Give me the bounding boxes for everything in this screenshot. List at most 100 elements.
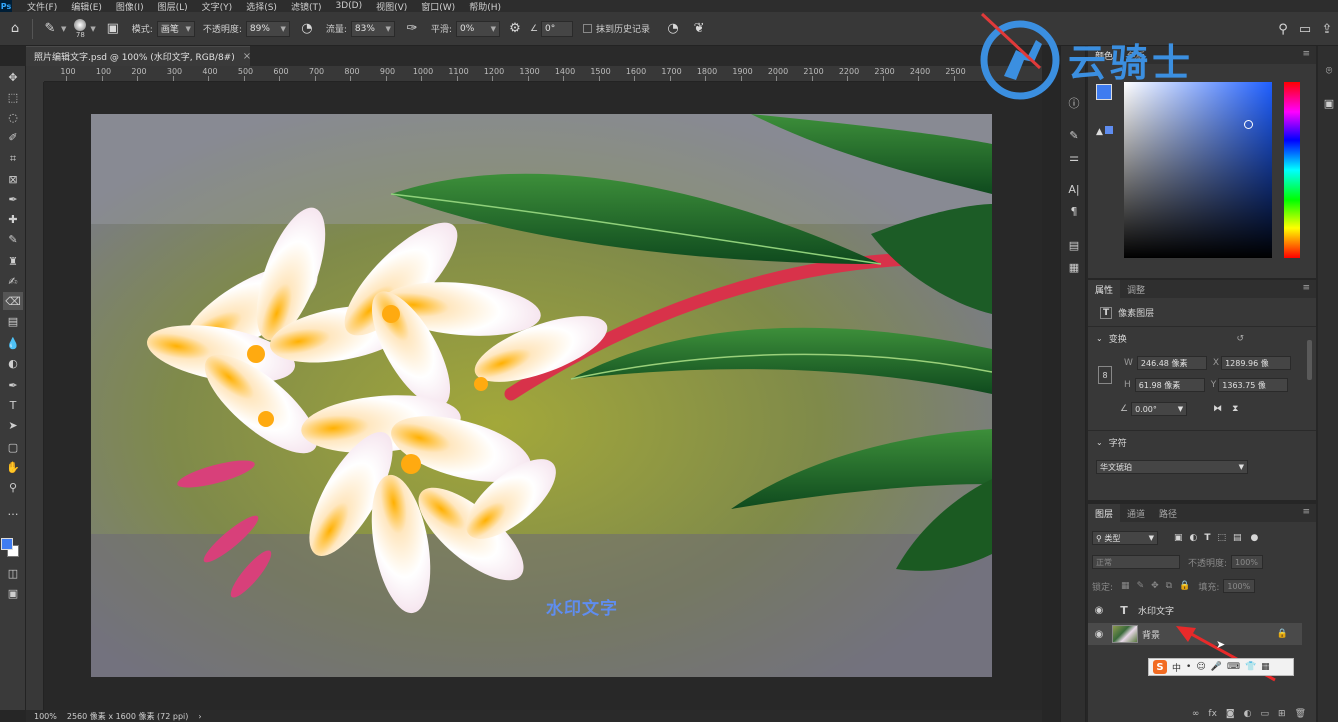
share-icon[interactable]: ⇪ (1316, 18, 1338, 40)
chevron-down-icon[interactable]: ▼ (90, 25, 95, 33)
lock-all-icon[interactable]: 🔒 (1179, 581, 1190, 591)
height-input[interactable]: 61.98 像素 (1134, 378, 1205, 392)
menu-select[interactable]: 选择(S) (239, 0, 284, 13)
close-icon[interactable]: × (243, 51, 251, 62)
character-icon[interactable]: A| (1064, 180, 1084, 198)
menu-edit[interactable]: 编辑(E) (64, 0, 109, 13)
search-icon[interactable]: ⚲ (1272, 18, 1294, 40)
menu-file[interactable]: 文件(F) (20, 0, 64, 13)
eye-icon[interactable]: ◉ (1088, 605, 1110, 616)
healing-brush-tool-icon[interactable]: ✚ (3, 210, 23, 228)
font-family-select[interactable]: 华文琥珀 ▼ (1096, 460, 1248, 474)
workspace-icon[interactable]: ▭ (1294, 18, 1316, 40)
menu-3d[interactable]: 3D(D) (328, 1, 369, 11)
menu-image[interactable]: 图像(I) (109, 0, 151, 13)
trash-icon[interactable]: 🗑 (1295, 709, 1306, 719)
filter-adjustment-icon[interactable]: ◐ (1190, 533, 1198, 543)
smoothing-input[interactable]: 0% ▼ (455, 20, 500, 37)
color-picker-field[interactable] (1124, 82, 1272, 258)
menu-type[interactable]: 文字(Y) (195, 0, 240, 13)
filter-type-icon[interactable]: T (1204, 533, 1210, 543)
angle-input[interactable]: 0° (541, 20, 574, 37)
link-layers-icon[interactable]: ∞ (1192, 709, 1200, 719)
x-input[interactable]: 1289.96 像 (1221, 356, 1292, 370)
tab-layers[interactable]: 图层 (1088, 504, 1121, 522)
eyedropper-tool-icon[interactable]: ✒ (3, 190, 23, 208)
menu-view[interactable]: 视图(V) (369, 0, 414, 13)
flip-horizontal-icon[interactable]: ⧓ (1213, 404, 1222, 414)
add-mask-icon[interactable]: ◙ (1226, 709, 1235, 719)
document-canvas[interactable]: 水印文字 (91, 114, 992, 677)
gear-icon[interactable]: ⚙ (504, 18, 526, 40)
reset-icon[interactable]: ↺ (1236, 334, 1244, 344)
move-tool-icon[interactable]: ✥ (3, 68, 23, 86)
layer-row[interactable]: ◉ T 水印文字 (1088, 599, 1302, 621)
ime-emoji[interactable]: ☺ (1196, 662, 1205, 672)
gamut-warning-icon[interactable]: ▲ (1096, 126, 1113, 137)
tab-paths[interactable]: 路径 (1152, 504, 1184, 522)
angle-input[interactable]: 0.00° ▼ (1131, 402, 1188, 416)
gradient-tool-icon[interactable]: ▤ (3, 312, 23, 330)
canvas-area[interactable]: 水印文字 (44, 82, 1042, 710)
brush-settings-icon[interactable]: ✎ (1064, 126, 1084, 144)
panel-menu-icon[interactable]: ≡ (1302, 507, 1310, 517)
eraser-tool-icon[interactable]: ⌫ (3, 292, 23, 310)
discover-icon[interactable]: ▣ (1319, 94, 1338, 112)
filter-toggle-icon[interactable]: ● (1251, 533, 1259, 543)
skin-icon[interactable]: 👕 (1245, 662, 1256, 672)
layer-opacity-input[interactable]: 100% (1231, 555, 1264, 569)
color-foreground-swatch[interactable] (1096, 84, 1112, 100)
new-adjustment-icon[interactable]: ◐ (1244, 709, 1252, 719)
pressure-size-icon[interactable]: ◔ (662, 18, 684, 40)
panel-menu-icon[interactable]: ≡ (1302, 49, 1310, 59)
brush-preset-picker[interactable]: 78 (74, 18, 87, 39)
lasso-tool-icon[interactable]: ◌ (3, 108, 23, 126)
notes-icon[interactable]: ▦ (1064, 258, 1084, 276)
tab-channels[interactable]: 通道 (1120, 504, 1152, 522)
menu-filter[interactable]: 滤镜(T) (284, 0, 329, 13)
tab-properties[interactable]: 属性 (1088, 280, 1121, 298)
brush-tool-icon[interactable]: ✎ (3, 230, 23, 248)
screen-mode-icon[interactable]: ▣ (3, 584, 23, 602)
mode-select[interactable]: 画笔 ▼ (156, 20, 195, 37)
chevron-down-icon[interactable]: ▼ (61, 25, 66, 33)
hue-slider[interactable] (1284, 82, 1300, 258)
brush-settings-icon[interactable]: ▣ (102, 18, 124, 40)
type-tool-icon[interactable]: T (3, 396, 23, 414)
document-tab[interactable]: 照片编辑文字.psd @ 100% (水印文字, RGB/8#) × (26, 46, 251, 66)
blend-mode-select[interactable]: 正常 (1092, 555, 1180, 569)
tab-swatches[interactable]: 色板 (1120, 46, 1152, 64)
dodge-tool-icon[interactable]: ◐ (3, 354, 23, 372)
menu-help[interactable]: 帮助(H) (462, 0, 508, 13)
menu-layer[interactable]: 图层(L) (151, 0, 195, 13)
width-input[interactable]: 246.48 像素 (1136, 356, 1207, 370)
pressure-opacity-icon[interactable]: ◔ (296, 18, 318, 40)
layer-style-icon[interactable]: fx (1208, 709, 1217, 719)
ime-language[interactable]: 中 (1172, 661, 1181, 674)
lock-pixels-icon[interactable]: ✎ (1137, 581, 1145, 591)
new-group-icon[interactable]: ▭ (1261, 709, 1270, 719)
lock-artboard-icon[interactable]: ⧉ (1166, 581, 1172, 591)
stamp-tool-icon[interactable]: ♜ (3, 252, 23, 270)
marquee-tool-icon[interactable]: ⬚ (3, 88, 23, 106)
symmetry-icon[interactable]: ❦ (688, 18, 710, 40)
erase-to-history-checkbox[interactable] (583, 24, 593, 33)
ime-punctuation[interactable]: • (1186, 662, 1191, 672)
pen-tool-icon[interactable]: ✒ (3, 376, 23, 394)
zoom-level[interactable]: 100% (34, 712, 57, 721)
learn-icon[interactable]: ⌾ (1319, 62, 1338, 80)
sogou-logo[interactable]: S (1153, 660, 1167, 674)
blur-tool-icon[interactable]: 💧 (3, 334, 23, 352)
new-layer-icon[interactable]: ⊞ (1278, 709, 1286, 719)
keyboard-icon[interactable]: ⌨ (1227, 662, 1240, 672)
path-select-tool-icon[interactable]: ➤ (3, 416, 23, 434)
info-icon[interactable]: ⓘ (1064, 94, 1084, 112)
hand-tool-icon[interactable]: ✋ (3, 458, 23, 476)
fill-input[interactable]: 100% (1223, 579, 1256, 593)
color-picker-cursor[interactable] (1244, 120, 1253, 129)
zoom-tool-icon[interactable]: ⚲ (3, 478, 23, 496)
eraser-tool-icon[interactable]: ✎ (39, 18, 61, 40)
frame-tool-icon[interactable]: ⊠ (3, 170, 23, 188)
tab-color[interactable]: 颜色 (1088, 46, 1121, 64)
microphone-icon[interactable]: 🎤 (1211, 662, 1222, 672)
